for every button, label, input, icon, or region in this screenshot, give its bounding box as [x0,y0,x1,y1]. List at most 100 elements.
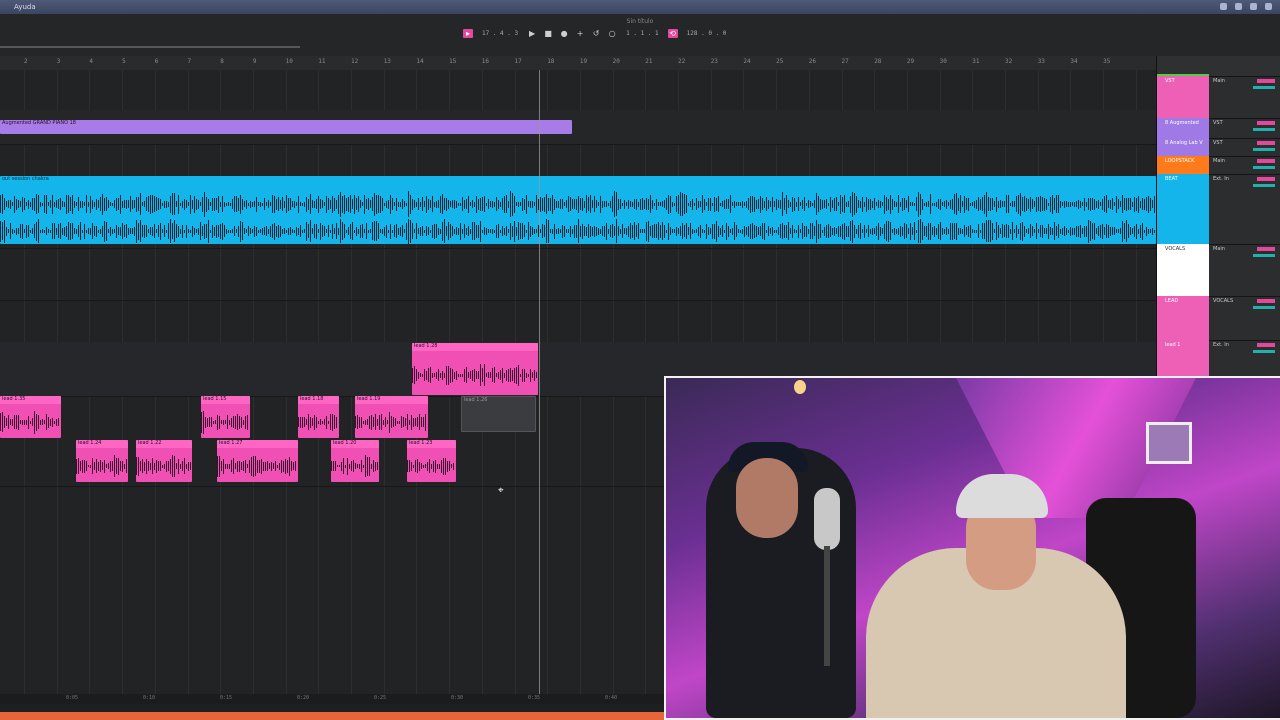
lamp [794,380,806,394]
track-header[interactable]: LOOPSTACK Main [1157,156,1280,175]
playhead[interactable] [539,70,540,700]
clip-waveform [76,454,128,478]
control-center-icon[interactable] [1265,3,1272,10]
loop-start[interactable]: 1 . 1 . 1 [623,30,662,37]
time-label: 0:20 [297,695,310,701]
loop-toggle-button[interactable]: ⟲ [667,29,678,38]
track-name[interactable]: LEAD [1165,298,1178,304]
track-routing[interactable]: Main [1213,158,1225,164]
lead-clip-label: lead 1.19 [357,396,381,402]
track-name[interactable]: lead 1 [1165,342,1180,348]
track-lane-vst[interactable] [0,70,1156,111]
track-lane-analog[interactable] [0,144,1156,179]
piano-clip[interactable]: Augmented GRAND PIANO 18 [0,120,572,134]
bar-number: 3 [56,58,61,65]
track-routing[interactable]: VOCALS [1213,298,1233,304]
battery-icon[interactable] [1235,3,1242,10]
bar-number: 10 [285,58,293,65]
track-header[interactable]: lead 1 Ext. In [1157,340,1280,381]
bar-number: 26 [808,58,817,65]
track-mute-button[interactable] [1257,299,1275,303]
loop-icon[interactable]: ○ [607,29,617,38]
track-header[interactable]: 8 Analog Lab V VST [1157,138,1280,157]
track-lane-lead[interactable] [0,300,1156,343]
wifi-icon[interactable] [1220,3,1227,10]
track-mute-button[interactable] [1257,141,1275,145]
track-header[interactable]: BEAT Ext. In [1157,174,1280,245]
stop-button[interactable]: ■ [543,29,553,38]
track-name[interactable]: VST [1165,78,1175,84]
lead-clip-label: lead 1.24 [78,440,102,446]
track-routing[interactable]: Ext. In [1213,176,1229,182]
song-title: Sin título [626,18,654,25]
lead-clip[interactable]: lead 1.23 [407,440,456,482]
lead-clip[interactable]: lead 1.20 [331,440,379,482]
track-mute-button[interactable] [1257,159,1275,163]
track-routing[interactable]: Ext. In [1213,342,1229,348]
lead-clip[interactable]: lead 1.22 [136,440,192,482]
time-ruler[interactable]: 0:05 0:10 0:15 0:20 0:25 0:30 0:35 0:40 [0,694,664,704]
lead-clip[interactable]: lead 1.15 [201,396,250,438]
track-volume[interactable] [1253,306,1275,309]
lead-clip-label: lead 1.15 [203,396,227,402]
clip-waveform [0,410,61,434]
track-volume[interactable] [1253,350,1275,353]
lead-clip[interactable]: lead 1.24 [76,440,128,482]
arrangement-record-button[interactable]: ▸ [463,29,473,38]
time-label: 0:25 [374,695,387,701]
track-mute-button[interactable] [1257,247,1275,251]
track-name[interactable]: VOCALS [1165,246,1185,252]
track-routing[interactable]: Main [1213,78,1225,84]
track-routing[interactable]: Main [1213,246,1225,252]
tempo-display[interactable]: 128 . 0 . 0 [684,30,730,37]
track-mute-button[interactable] [1257,79,1275,83]
track-volume[interactable] [1253,86,1275,89]
play-button[interactable]: ▶ [527,29,537,38]
track-name[interactable]: LOOPSTACK [1165,158,1194,164]
lead-clip[interactable]: lead 1.27 [217,440,298,482]
bar-number: 35 [1103,58,1111,65]
track-mute-button[interactable] [1257,343,1275,347]
track-lane-vocals[interactable] [0,248,1156,301]
bar-number: 28 [874,58,882,65]
track-header[interactable]: 8 Augmented VST [1157,118,1280,139]
track-volume[interactable] [1253,166,1275,169]
track-header[interactable]: LEAD VOCALS [1157,296,1280,341]
track-mute-button[interactable] [1257,177,1275,181]
search-icon[interactable] [1250,3,1257,10]
lead-clip[interactable]: lead 1.28 [412,343,538,395]
track-volume[interactable] [1253,184,1275,187]
track-mute-button[interactable] [1257,121,1275,125]
time-label: 0:40 [605,695,618,701]
track-name[interactable]: 8 Analog Lab V [1165,140,1203,146]
record-button[interactable]: ● [559,29,569,38]
automation-arm-icon[interactable]: ↺ [591,29,601,38]
system-icons [1220,3,1272,10]
master-strip[interactable] [1157,56,1280,80]
microphone [814,488,840,550]
menu-bar: Ayuda [0,0,1280,14]
bar-number: 31 [972,58,980,65]
track-volume[interactable] [1253,128,1275,131]
track-name[interactable]: BEAT [1165,176,1178,182]
session-audio-clip[interactable]: out session chakra [0,176,1156,244]
overdub-icon[interactable]: + [575,29,585,38]
lead-clip[interactable]: lead 1.19 [355,396,428,438]
lead-clip[interactable]: lead 1.18 [298,396,339,438]
menu-app-name[interactable]: Ayuda [14,3,36,11]
track-volume[interactable] [1253,254,1275,257]
bar-number: 2 [24,58,28,65]
track-name[interactable]: 8 Augmented [1165,120,1199,126]
track-routing[interactable]: VST [1213,140,1223,146]
bar-ruler[interactable]: 2 3 4 5 6 7 8 9 10 11 12 13 14 15 16 17 18 19 20 21 22 23 24 25… [0,56,1156,71]
lead-clip[interactable]: lead 1.35 [0,396,61,438]
track-header[interactable]: VOCALS Main [1157,244,1280,297]
song-position[interactable]: 17 . 4 . 3 [479,30,521,37]
track-volume[interactable] [1253,148,1275,151]
lead-clip-disabled[interactable]: lead 1.26 [461,396,536,432]
clip-waveform [136,454,192,478]
track-routing[interactable]: VST [1213,120,1223,126]
loop-brace[interactable] [0,46,300,48]
bar-number: 32 [1005,58,1013,65]
track-header[interactable]: VST Main [1157,76,1280,119]
